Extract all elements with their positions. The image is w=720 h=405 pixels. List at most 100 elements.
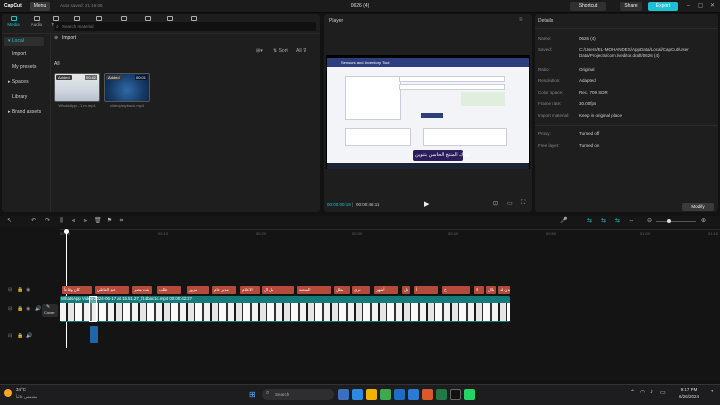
text-clip[interactable]: المنصة [297, 286, 331, 294]
lock-track-icon[interactable]: 🔒 [17, 333, 23, 339]
task-view-icon[interactable] [338, 389, 349, 400]
share-button[interactable]: Share [620, 2, 642, 11]
split-left-icon[interactable]: ⫷ [70, 218, 77, 224]
sort-button[interactable]: ⇅ Sort [273, 48, 288, 54]
fit-icon[interactable]: ⊡ [493, 200, 498, 207]
text-clip[interactable]: قدن لد [498, 286, 510, 294]
edge-icon[interactable] [352, 389, 363, 400]
text-clip[interactable]: لا [474, 286, 484, 294]
word-icon[interactable] [408, 389, 419, 400]
chrome-icon[interactable] [380, 389, 391, 400]
clock-date[interactable]: 6/26/2024 [672, 394, 706, 399]
sidebar-item-import[interactable]: Import [4, 50, 44, 59]
play-icon[interactable]: ▶ [424, 200, 429, 208]
track-icon[interactable]: ⊟ [8, 306, 12, 312]
tab-audio[interactable]: Audio [27, 16, 46, 30]
zoom-in-icon[interactable]: ⊕ [700, 218, 707, 224]
eye-icon[interactable]: ◉ [26, 306, 30, 312]
auto-snap-icon[interactable]: ⇆ [600, 218, 607, 224]
text-clip[interactable]: ترى [352, 286, 370, 294]
maximize-icon[interactable]: ▢ [696, 2, 705, 11]
capcut-icon[interactable] [450, 389, 461, 400]
preview-axis-icon[interactable]: ⇔ [628, 218, 635, 224]
menu-button[interactable]: Menu [30, 2, 50, 11]
plus-circle-icon: ⊕ [54, 35, 59, 41]
text-clip[interactable]: ح [442, 286, 470, 294]
text-clip[interactable]: بثت مصر [132, 286, 152, 294]
tab-media[interactable]: Media [4, 16, 23, 30]
lock-track-icon[interactable]: 🔒 [17, 306, 23, 312]
wifi-icon[interactable]: ◠ [640, 389, 645, 396]
notification-icon[interactable]: ◔ [710, 389, 714, 395]
sidebar-item-my-presets[interactable]: My presets [4, 63, 44, 72]
text-clip[interactable]: طلب [157, 286, 181, 294]
text-clip[interactable]: تل [402, 286, 410, 294]
zoom-slider[interactable] [656, 221, 696, 222]
media-icon [10, 16, 17, 21]
record-audio-icon[interactable]: 🎤 [560, 218, 567, 224]
text-clip[interactable]: مرور [187, 286, 209, 294]
eye-icon[interactable]: ◉ [26, 287, 30, 293]
battery-icon[interactable]: ▭ [660, 389, 666, 396]
linkage-icon[interactable]: ⇆ [614, 218, 621, 224]
sidebar-item-brand-assets[interactable]: ▸ Brand assets [4, 108, 44, 117]
speaker-icon[interactable]: 🔊 [35, 306, 41, 312]
zoom-slider-handle[interactable] [667, 219, 671, 223]
text-clip[interactable]: يطل [334, 286, 350, 294]
player-menu-icon[interactable]: ≡ [519, 17, 523, 23]
search-input[interactable]: Search material [54, 22, 316, 31]
minimize-icon[interactable]: – [684, 2, 693, 11]
transition-marker[interactable] [89, 296, 97, 322]
export-button[interactable]: Export [648, 2, 678, 11]
crop-icon[interactable]: ⌗ [118, 218, 125, 224]
text-clip[interactable]: أ [414, 286, 438, 294]
text-clip[interactable]: بلال [486, 286, 496, 294]
tray-chevron-icon[interactable]: ⌃ [630, 389, 635, 396]
excel-icon[interactable] [436, 389, 447, 400]
modify-button[interactable]: Modify [682, 203, 714, 211]
lock-track-icon[interactable]: 🔒 [17, 287, 23, 293]
ratio-icon[interactable]: ▭ [507, 200, 513, 207]
text-clip[interactable]: مدير عام [212, 286, 236, 294]
delete-icon[interactable]: 🗑 [94, 218, 102, 224]
split-icon[interactable]: ⫼ [58, 218, 65, 224]
taskbar-search[interactable]: ⌕ Search [262, 389, 334, 400]
weather-icon[interactable] [4, 389, 12, 397]
powerpoint-icon[interactable] [422, 389, 433, 400]
marker-icon[interactable]: ⚑ [106, 218, 113, 224]
text-clip[interactable]: الاعلام [240, 286, 260, 294]
speaker-icon[interactable]: 🔊 [26, 333, 32, 339]
import-button[interactable]: ⊕ Import [54, 34, 84, 43]
sidebar-item-spaces[interactable]: ▸ Spaces [4, 78, 44, 87]
lock-icon[interactable]: ⊟ [8, 287, 12, 293]
main-track-magnet-icon[interactable]: ⇆ [586, 218, 593, 224]
cover-button[interactable]: ✎ Cover [42, 304, 58, 317]
filter-all-button[interactable]: All ⊽ [296, 48, 307, 54]
whatsapp-icon[interactable] [464, 389, 475, 400]
text-clip[interactable]: كان وقاعاً [62, 286, 92, 294]
view-toggle-icon[interactable]: ⊞▾ [256, 48, 263, 54]
redo-icon[interactable]: ↷ [44, 218, 51, 224]
select-tool-icon[interactable]: ↖ [6, 218, 13, 224]
media-clip-thumbnail[interactable]: Added 00:01 [104, 73, 150, 102]
weather-temp: 34°C [16, 387, 27, 392]
text-clip[interactable]: بل ال [262, 286, 294, 294]
audio-clip[interactable] [90, 326, 98, 343]
sidebar-item-local[interactable]: ▾ Local [4, 37, 44, 46]
store-icon[interactable] [394, 389, 405, 400]
zoom-out-icon[interactable]: ⊖ [646, 218, 653, 224]
close-icon[interactable]: ✕ [708, 2, 717, 11]
clock-time[interactable]: 9:17 PM [672, 387, 706, 392]
media-clip-thumbnail[interactable]: Added 00:42 [54, 73, 100, 102]
fullscreen-icon[interactable]: ⛶ [521, 200, 525, 207]
split-right-icon[interactable]: ⫸ [82, 218, 89, 224]
file-explorer-icon[interactable] [366, 389, 377, 400]
audio-track-icon[interactable]: ⊟ [8, 333, 12, 339]
windows-start-icon[interactable]: ⊞ [249, 390, 256, 399]
shortcut-button[interactable]: Shortcut [570, 2, 606, 11]
text-clip[interactable]: عبد العاطي [95, 286, 129, 294]
text-clip[interactable]: أشهر [374, 286, 398, 294]
volume-icon[interactable]: ♪ [650, 389, 653, 395]
sidebar-item-library[interactable]: Library [4, 93, 44, 102]
undo-icon[interactable]: ↶ [30, 218, 37, 224]
